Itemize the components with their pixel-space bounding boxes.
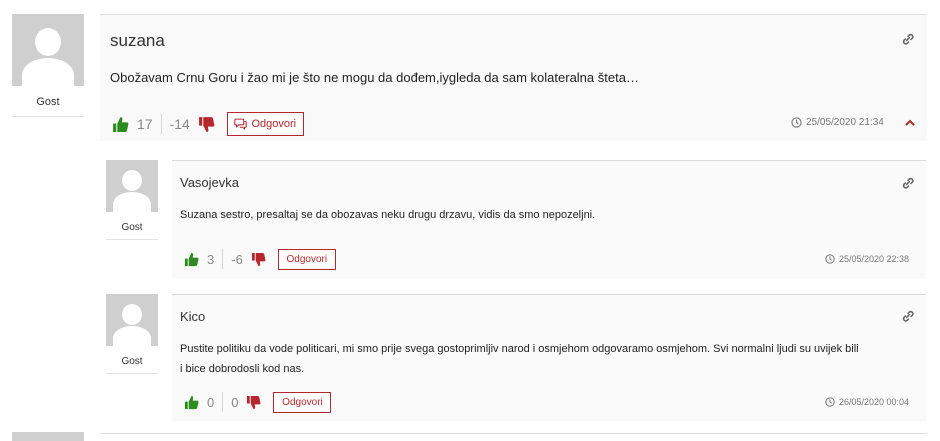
thumbs-down-icon[interactable] [198,116,215,133]
date-text: 25/05/2020 22:38 [839,254,910,264]
comment-avatar-column: Gost [12,14,84,117]
vote-bar: 17 -14 Odgovori [112,112,304,136]
comment-author[interactable]: Vasojevka [180,175,239,190]
user-role: Gost [12,86,84,117]
user-role: Gost [106,346,158,374]
vote-divider [160,114,162,134]
thumbs-up-icon[interactable] [184,395,199,410]
thumbs-down-icon[interactable] [251,252,266,267]
date-text: 26/05/2020 00:04 [839,397,910,407]
vote-bar: 3 -6 Odgovori [184,248,336,270]
reply-button[interactable]: Odgovori [277,248,336,270]
reply-button[interactable]: Odgovori [226,112,304,136]
reply-label: Odgovori [286,253,328,265]
clock-icon [825,397,835,407]
comment-text: Obožavam Crnu Goru i žao mi je što ne mo… [110,70,639,85]
vote-bar: 0 0 Odgovori [184,391,332,413]
comment-bubble-icon [234,118,248,130]
clock-icon [791,117,802,128]
thumbs-down-icon[interactable] [246,395,261,410]
reply-label: Odgovori [251,118,297,130]
comment-date: 25/05/2020 22:38 [825,254,909,264]
like-count: 3 [207,251,215,267]
thumbs-up-icon[interactable] [184,252,199,267]
vote-divider [222,392,224,412]
comment-author[interactable]: Kico [180,309,205,324]
link-icon[interactable] [901,309,915,323]
comment-avatar-column: Gost [106,294,158,374]
comment-avatar-column: Gost [106,160,158,240]
date-text: 25/05/2020 21:34 [806,117,884,128]
comment-text: Suzana sestro, presaltaj se da obozavas … [180,209,596,221]
avatar [12,14,84,86]
chevron-up-icon[interactable] [904,117,916,129]
user-role: Gost [106,212,158,240]
dislike-count: -14 [169,116,190,132]
dislike-count: 0 [231,394,239,410]
reply-label: Odgovori [282,396,323,408]
reply-button[interactable]: Odgovori [273,391,332,413]
avatar [106,160,158,212]
like-count: 17 [137,116,153,132]
avatar [106,294,158,346]
like-count: 0 [207,394,215,410]
vote-divider [222,249,224,269]
thumbs-up-icon[interactable] [112,116,129,133]
comment-text: Pustite politiku da vode politicari, mi … [180,339,920,379]
comment-date: 26/05/2020 00:04 [825,397,909,407]
comment-date: 25/05/2020 21:34 [791,117,884,128]
avatar [12,432,84,441]
link-icon[interactable] [901,32,915,46]
comment-text-line: Pustite politiku da vode politicari, mi … [180,343,859,355]
clock-icon [825,254,835,264]
link-icon[interactable] [901,176,915,190]
comment-author[interactable]: suzana [110,31,165,51]
comment-text-line: i bice dobrodosli kod nas. [180,363,305,375]
dislike-count: -6 [231,251,243,267]
comment-divider [100,433,927,434]
